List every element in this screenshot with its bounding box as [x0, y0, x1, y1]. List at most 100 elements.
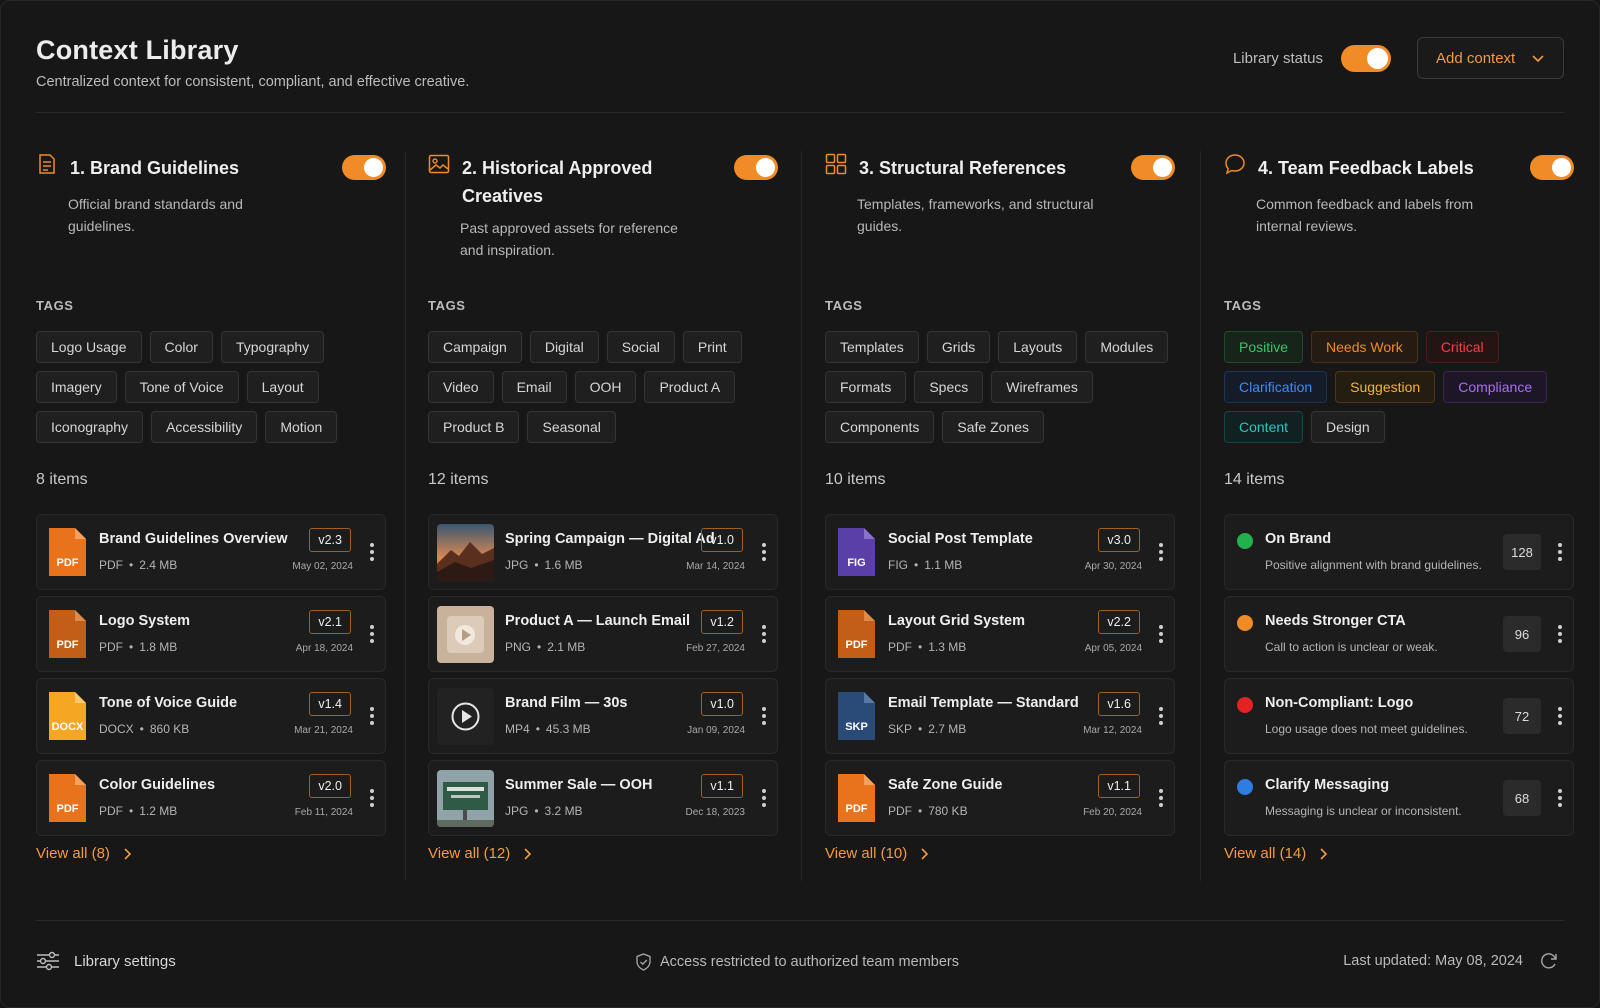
more-options-icon[interactable]	[761, 787, 767, 809]
more-options-icon[interactable]	[761, 623, 767, 645]
tag-positive[interactable]: Positive	[1224, 331, 1304, 363]
more-options-icon[interactable]	[369, 787, 375, 809]
tag[interactable]: OOH	[574, 371, 637, 403]
tag[interactable]: Color	[149, 331, 213, 363]
tag-critical[interactable]: Critical	[1425, 331, 1499, 363]
feedback-description: Messaging is unclear or inconsistent.	[1265, 804, 1462, 818]
more-options-icon[interactable]	[1158, 787, 1164, 809]
list-item[interactable]: Spring Campaign — Digital Ad JPG • 1.6 MB …	[428, 514, 778, 590]
tag[interactable]: Product A	[644, 371, 736, 403]
view-all-link[interactable]: View all (14)	[1224, 845, 1328, 862]
refresh-icon[interactable]	[1539, 951, 1559, 971]
tag[interactable]: Logo Usage	[36, 331, 142, 363]
tag[interactable]: Formats	[825, 371, 907, 403]
more-options-icon[interactable]	[369, 541, 375, 563]
tag[interactable]: Digital	[529, 331, 599, 363]
list-item[interactable]: Product A — Launch Email PNG • 2.1 MB v1.2…	[428, 596, 778, 672]
list-item[interactable]: Summer Sale — OOH JPG • 3.2 MB v1.1 Dec 18…	[428, 760, 778, 836]
more-options-icon[interactable]	[1557, 623, 1563, 645]
last-updated: Last updated: May 08, 2024	[1343, 951, 1559, 971]
tag-needs-work[interactable]: Needs Work	[1311, 331, 1418, 363]
tag[interactable]: Specs	[914, 371, 984, 403]
more-options-icon[interactable]	[369, 705, 375, 727]
document-icon	[36, 153, 58, 175]
tag-content[interactable]: Content	[1224, 411, 1304, 443]
tag[interactable]: Email	[501, 371, 567, 403]
feedback-item[interactable]: Clarify Messaging Messaging is unclear o…	[1224, 760, 1574, 836]
library-status-toggle[interactable]	[1341, 44, 1391, 72]
tag[interactable]: Typography	[220, 331, 325, 363]
tag[interactable]: Iconography	[36, 411, 144, 443]
view-all-link[interactable]: View all (10)	[825, 845, 929, 862]
more-options-icon[interactable]	[1557, 541, 1563, 563]
pdf-file-icon: PDF	[49, 610, 86, 658]
tag[interactable]: Grids	[926, 331, 991, 363]
add-context-button[interactable]: Add context	[1417, 37, 1564, 79]
version-badge: v1.2	[701, 610, 743, 634]
more-options-icon[interactable]	[761, 705, 767, 727]
list-item[interactable]: DOCX Tone of Voice Guide DOCX • 860 KB v1.…	[36, 678, 386, 754]
version-badge: v2.1	[309, 610, 351, 634]
more-options-icon[interactable]	[761, 541, 767, 563]
item-date: May 02, 2024	[292, 561, 353, 572]
tag[interactable]: Tone of Voice	[124, 371, 239, 403]
tag[interactable]: Video	[428, 371, 494, 403]
column-toggle[interactable]	[1530, 155, 1574, 185]
chevron-right-icon	[124, 847, 132, 860]
toggle-knob	[1367, 47, 1388, 69]
tag[interactable]: Seasonal	[527, 411, 616, 443]
library-settings-button[interactable]: Library settings	[36, 951, 176, 971]
tag[interactable]: Accessibility	[151, 411, 258, 443]
column-toggle[interactable]	[1131, 155, 1175, 185]
tag[interactable]: Modules	[1085, 331, 1169, 363]
list-item[interactable]: FIG Social Post Template FIG • 1.1 MB v3.0…	[825, 514, 1175, 590]
more-options-icon[interactable]	[1158, 541, 1164, 563]
column-team-feedback: 4. Team Feedback Labels Common feedback …	[1224, 151, 1574, 891]
item-date: Mar 21, 2024	[294, 725, 353, 736]
tag[interactable]: Motion	[265, 411, 338, 443]
more-options-icon[interactable]	[1158, 623, 1164, 645]
tag[interactable]: Components	[825, 411, 935, 443]
tag-clarification[interactable]: Clarification	[1224, 371, 1328, 403]
product-image-thumbnail	[437, 606, 494, 663]
list-item[interactable]: PDF Layout Grid System PDF • 1.3 MB v2.2 A…	[825, 596, 1175, 672]
tag-compliance[interactable]: Compliance	[1443, 371, 1548, 403]
item-meta: SKP • 2.7 MB	[888, 722, 967, 736]
tag[interactable]: Product B	[428, 411, 520, 443]
more-options-icon[interactable]	[369, 623, 375, 645]
list-item[interactable]: PDF Safe Zone Guide PDF • 780 KB v1.1 Feb …	[825, 760, 1175, 836]
column-toggle[interactable]	[342, 155, 386, 185]
tag[interactable]: Layouts	[998, 331, 1078, 363]
more-options-icon[interactable]	[1557, 787, 1563, 809]
feedback-item[interactable]: Needs Stronger CTA Call to action is unc…	[1224, 596, 1574, 672]
tag-suggestion[interactable]: Suggestion	[1335, 371, 1436, 403]
docx-file-icon: DOCX	[49, 692, 86, 740]
last-updated-text: Last updated: May 08, 2024	[1343, 953, 1523, 969]
list-item[interactable]: PDF Color Guidelines PDF • 1.2 MB v2.0 Feb…	[36, 760, 386, 836]
more-options-icon[interactable]	[1557, 705, 1563, 727]
feedback-count: 96	[1503, 616, 1541, 652]
feedback-count: 72	[1503, 698, 1541, 734]
list-item[interactable]: PDF Brand Guidelines Overview PDF • 2.4 MB…	[36, 514, 386, 590]
tag[interactable]: Social	[606, 331, 675, 363]
view-all-link[interactable]: View all (12)	[428, 845, 532, 862]
list-item[interactable]: SKP Email Template — Standard SKP • 2.7 MB…	[825, 678, 1175, 754]
item-list: PDF Brand Guidelines Overview PDF • 2.4 MB…	[36, 514, 386, 842]
tag[interactable]: Layout	[246, 371, 319, 403]
list-item[interactable]: PDF Logo System PDF • 1.8 MB v2.1 Apr 18, …	[36, 596, 386, 672]
column-toggle[interactable]	[734, 155, 778, 185]
tag[interactable]: Safe Zones	[942, 411, 1044, 443]
tag[interactable]: Print	[682, 331, 742, 363]
view-all-link[interactable]: View all (8)	[36, 845, 132, 862]
tag[interactable]: Templates	[825, 331, 919, 363]
column-title: 3. Structural References	[859, 158, 1067, 178]
list-item[interactable]: Brand Film — 30s MP4 • 45.3 MB v1.0 Jan 09…	[428, 678, 778, 754]
tag[interactable]: Wireframes	[991, 371, 1093, 403]
pdf-file-icon: PDF	[838, 610, 875, 658]
tag[interactable]: Imagery	[36, 371, 117, 403]
more-options-icon[interactable]	[1158, 705, 1164, 727]
feedback-item[interactable]: Non-Compliant: Logo Logo usage does not …	[1224, 678, 1574, 754]
tag[interactable]: Campaign	[428, 331, 522, 363]
feedback-item[interactable]: On Brand Positive alignment with brand g…	[1224, 514, 1574, 590]
tag-design[interactable]: Design	[1311, 411, 1385, 443]
